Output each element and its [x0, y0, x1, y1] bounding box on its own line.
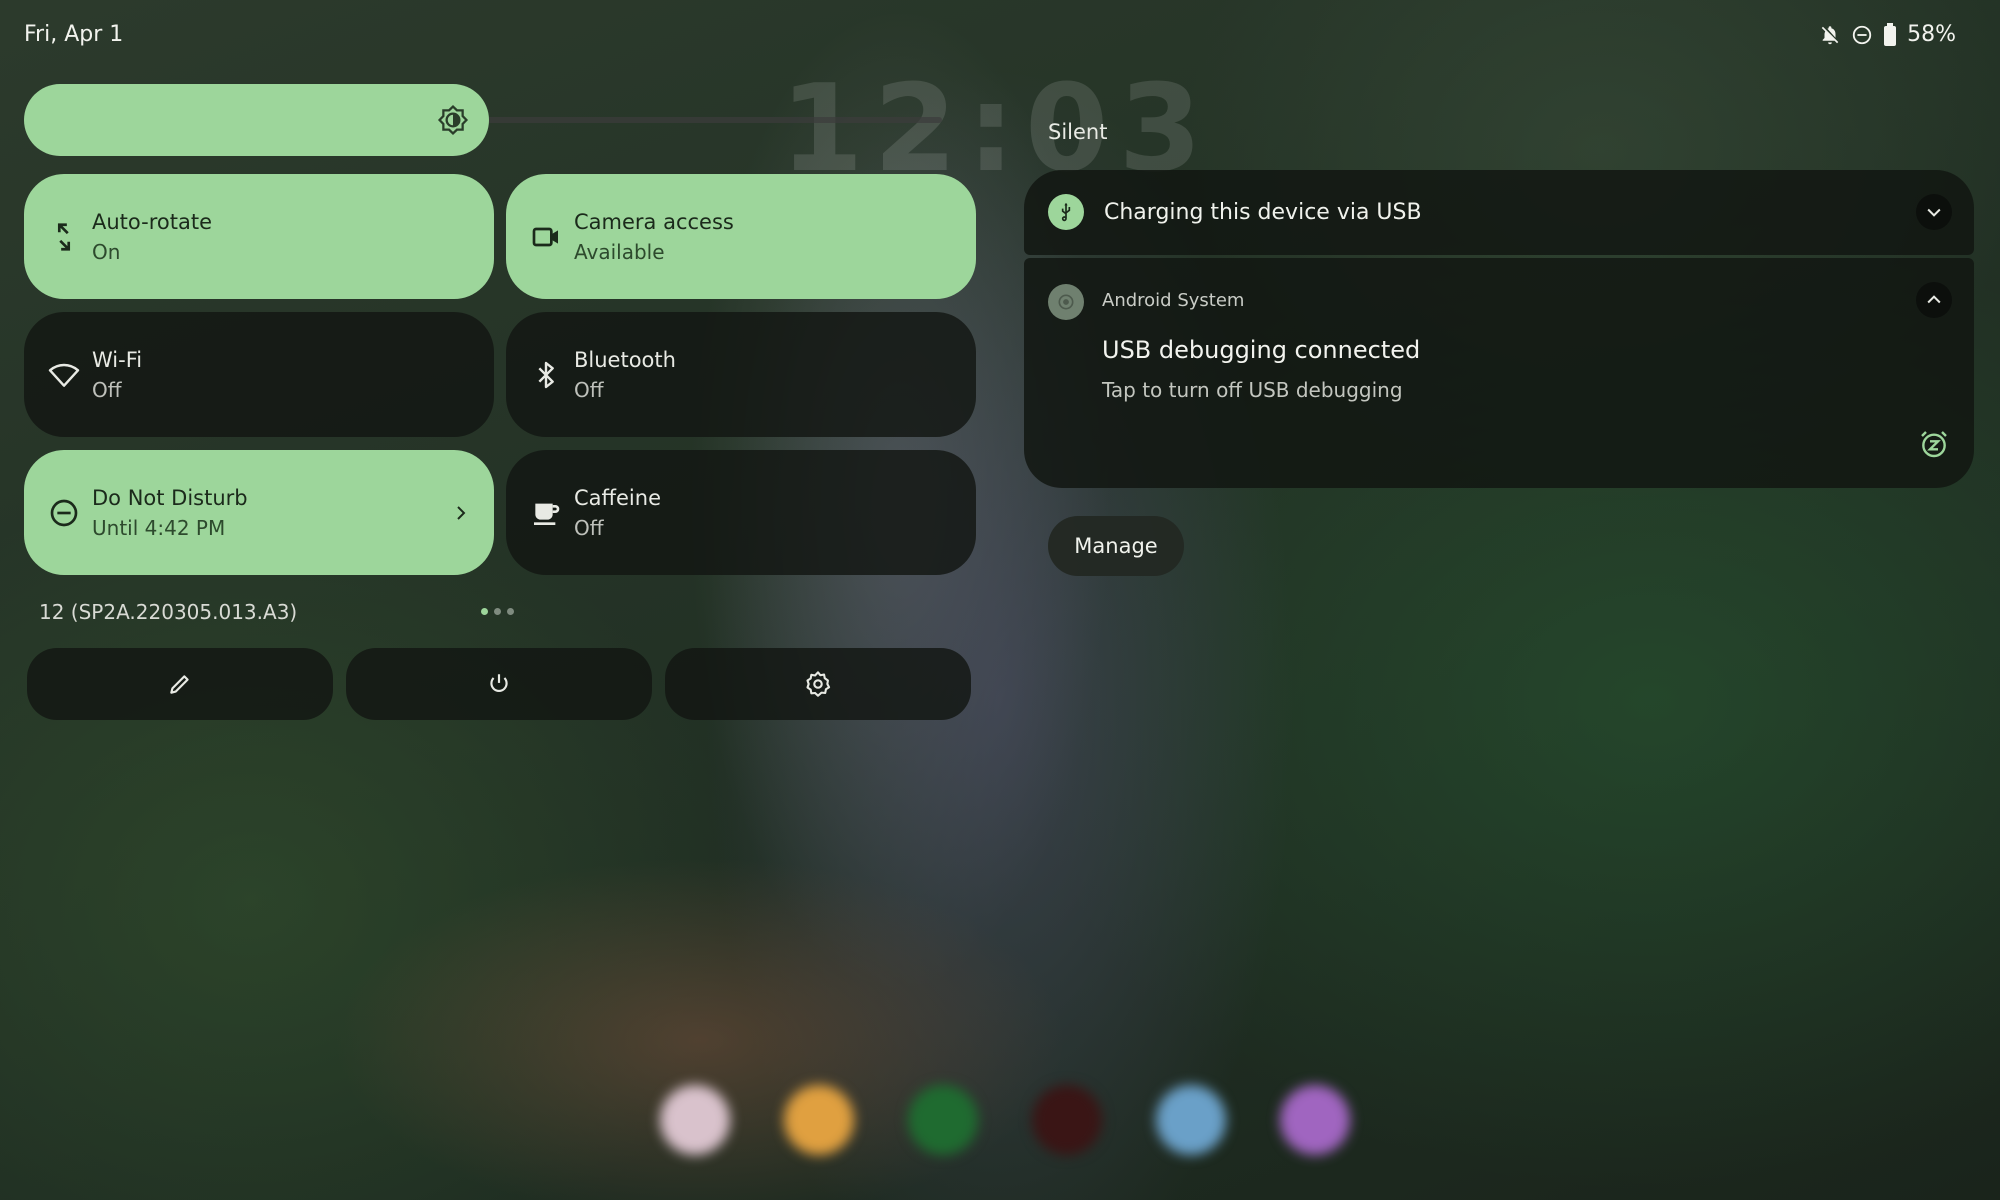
tile-auto-rotate[interactable]: Auto-rotate On [24, 174, 494, 299]
notification-body: Tap to turn off USB debugging [1102, 378, 1403, 402]
power-icon [490, 674, 508, 693]
settings-icon [806, 671, 831, 697]
camera-icon [532, 227, 558, 246]
notification-usb-debugging[interactable]: Android System USB debugging connected T… [1024, 258, 1974, 488]
tile-state: On [92, 240, 121, 264]
rotate-icon [57, 222, 71, 251]
tile-caffeine[interactable]: Caffeine Off [506, 450, 976, 575]
tile-label: Bluetooth [574, 348, 676, 372]
expand-button[interactable] [1916, 194, 1952, 230]
brightness-track[interactable] [480, 117, 942, 123]
dock-app-icon [908, 1085, 978, 1155]
tile-state: Off [574, 516, 604, 540]
tile-state: Available [574, 240, 665, 264]
tile-state: Off [574, 378, 604, 402]
notification-app-name: Android System [1102, 290, 1245, 311]
tile-do-not-disturb[interactable]: Do Not Disturb Until 4:42 PM [24, 450, 494, 575]
notification-section-label: Silent [1048, 120, 1108, 144]
status-date: Fri, Apr 1 [24, 22, 124, 47]
chevron-right-icon[interactable] [452, 504, 470, 522]
build-number[interactable]: 12 (SP2A.220305.013.A3) [39, 600, 297, 624]
page-dot [507, 608, 514, 615]
tile-wifi[interactable]: Wi-Fi Off [24, 312, 494, 437]
power-button[interactable] [346, 648, 652, 720]
settings-button[interactable] [665, 648, 971, 720]
tile-camera-access[interactable]: Camera access Available [506, 174, 976, 299]
tile-label: Caffeine [574, 486, 661, 510]
tile-state: Until 4:42 PM [92, 516, 226, 540]
coffee-cup-icon [534, 503, 560, 525]
dock-app-icon [660, 1085, 730, 1155]
notification-usb-charging[interactable]: Charging this device via USB [1024, 170, 1974, 255]
tile-label: Auto-rotate [92, 210, 213, 234]
do-not-disturb-icon [1852, 25, 1872, 44]
usb-icon [1048, 194, 1084, 230]
manage-button[interactable]: Manage [1048, 516, 1184, 576]
dock-app-icon [784, 1085, 854, 1155]
tile-bluetooth[interactable]: Bluetooth Off [506, 312, 976, 437]
bluetooth-icon [538, 361, 554, 388]
battery-icon [1884, 22, 1897, 46]
bell-off-icon [1821, 25, 1839, 44]
page-indicator [481, 608, 514, 615]
dock-app-icon [1280, 1085, 1350, 1155]
do-not-disturb-icon [50, 499, 78, 526]
dock-app-icon [1156, 1085, 1226, 1155]
collapse-button[interactable] [1916, 282, 1952, 318]
edit-button[interactable] [27, 648, 333, 720]
brightness-slider[interactable] [24, 84, 489, 156]
chevron-up-icon [1927, 295, 1941, 304]
snooze-icon [1921, 431, 1947, 458]
notification-title: Charging this device via USB [1104, 200, 1422, 225]
battery-percent: 58% [1907, 22, 1956, 47]
page-dot [494, 608, 501, 615]
status-icons: 58% [1819, 22, 1956, 47]
background-dock [660, 1085, 1350, 1155]
android-system-icon [1048, 284, 1084, 320]
tile-label: Do Not Disturb [92, 486, 248, 510]
tile-label: Wi-Fi [92, 348, 143, 372]
edit-icon [170, 675, 189, 694]
wifi-icon [48, 363, 80, 387]
snooze-button[interactable] [1918, 428, 1950, 464]
tile-state: Off [92, 378, 122, 402]
brightness-icon [436, 103, 470, 141]
notification-title: USB debugging connected [1102, 336, 1421, 364]
dock-app-icon [1032, 1085, 1102, 1155]
chevron-down-icon [1927, 208, 1941, 217]
tile-label: Camera access [574, 210, 734, 234]
page-dot [481, 608, 488, 615]
